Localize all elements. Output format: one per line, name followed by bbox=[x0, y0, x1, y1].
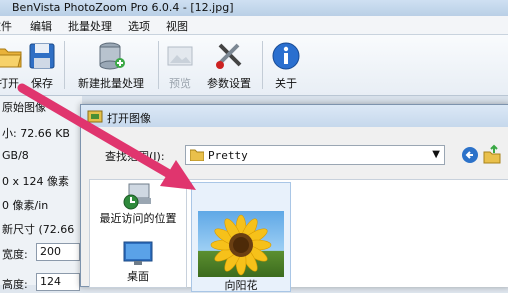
toolbar-separator bbox=[262, 41, 263, 89]
window-title: BenVista PhotoZoom Pro 6.0.4 - [12.jpg] bbox=[12, 1, 234, 14]
about-label: 关于 bbox=[275, 77, 297, 90]
save-button[interactable]: 保存 bbox=[26, 37, 58, 93]
dialog-body: 查找范围(I): Pretty ▼ 最近访问的位置 桌面 向阳花 bbox=[81, 127, 508, 292]
place-desktop[interactable]: 桌面 bbox=[90, 238, 186, 288]
sunflower-thumbnail bbox=[198, 211, 284, 277]
menu-file[interactable]: 文件 bbox=[0, 18, 12, 34]
info-dimensions: 0 x 124 像素 bbox=[2, 175, 69, 188]
recent-places-icon bbox=[123, 183, 151, 210]
look-in-value: Pretty bbox=[208, 149, 248, 162]
up-folder-icon[interactable] bbox=[483, 144, 501, 164]
image-info-panel: 原始图像 小: 72.66 KB GB/8 0 x 124 像素 0 像素/in… bbox=[0, 96, 83, 291]
save-label: 保存 bbox=[31, 77, 53, 90]
toolbar-separator bbox=[64, 41, 65, 89]
settings-button[interactable]: 参数设置 bbox=[202, 37, 256, 93]
new-batch-label: 新建批量处理 bbox=[78, 77, 144, 90]
desktop-icon bbox=[123, 241, 153, 265]
menu-edit[interactable]: 编辑 bbox=[30, 18, 52, 34]
dialog-title-bar: 打开图像 bbox=[81, 105, 508, 127]
back-icon[interactable] bbox=[461, 146, 479, 164]
preview-label: 预览 bbox=[169, 77, 191, 90]
folder-icon bbox=[190, 149, 204, 161]
floppy-disk-icon bbox=[29, 43, 55, 69]
height-label: 高度: bbox=[2, 278, 28, 291]
look-in-dropdown[interactable]: Pretty ▼ bbox=[185, 145, 445, 165]
info-size: 小: 72.66 KB bbox=[2, 127, 70, 140]
recent-label: 最近访问的位置 bbox=[99, 212, 177, 225]
file-item[interactable]: 向阳花 bbox=[191, 182, 291, 292]
wrench-screwdriver-icon bbox=[216, 43, 242, 69]
info-icon bbox=[272, 42, 300, 70]
width-field[interactable]: 200 bbox=[36, 243, 80, 261]
open-image-dialog: 打开图像 查找范围(I): Pretty ▼ 最近访问的位置 桌面 向阳花 bbox=[80, 104, 508, 292]
places-bar: 最近访问的位置 桌面 bbox=[89, 179, 187, 288]
desktop-label: 桌面 bbox=[127, 270, 149, 283]
info-mode: GB/8 bbox=[2, 149, 29, 162]
menu-view[interactable]: 视图 bbox=[166, 18, 188, 34]
toolbar: 打开 保存 新建批量处理 预览 参数设置 关于 bbox=[0, 35, 508, 96]
settings-label: 参数设置 bbox=[207, 77, 251, 90]
folder-open-icon bbox=[0, 48, 22, 68]
about-button[interactable]: 关于 bbox=[268, 37, 304, 93]
menu-options[interactable]: 选项 bbox=[128, 18, 150, 34]
dialog-app-icon bbox=[87, 110, 103, 123]
file-name: 向阳花 bbox=[224, 279, 258, 292]
info-header: 原始图像 bbox=[2, 101, 46, 114]
info-new-size: 新尺寸 (72.66 bbox=[2, 223, 75, 236]
info-resolution: 0 像素/in bbox=[2, 199, 49, 212]
place-recent[interactable]: 最近访问的位置 bbox=[90, 180, 186, 230]
chevron-down-icon: ▼ bbox=[432, 149, 440, 160]
menu-bar: 文件 编辑 批量处理 选项 视图 bbox=[0, 16, 508, 35]
database-stack-icon bbox=[99, 42, 125, 70]
toolbar-separator bbox=[158, 41, 159, 89]
height-field[interactable]: 124 bbox=[36, 273, 80, 291]
open-label: 打开 bbox=[0, 77, 19, 90]
preview-image-icon bbox=[167, 46, 193, 66]
new-batch-button[interactable]: 新建批量处理 bbox=[70, 37, 152, 93]
width-label: 宽度: bbox=[2, 248, 28, 261]
title-bar: BenVista PhotoZoom Pro 6.0.4 - [12.jpg] bbox=[0, 0, 508, 16]
look-in-label: 查找范围(I): bbox=[105, 150, 165, 163]
open-button[interactable]: 打开 bbox=[0, 37, 24, 93]
menu-batch[interactable]: 批量处理 bbox=[68, 18, 112, 34]
file-list: 向阳花 bbox=[187, 179, 508, 292]
dialog-title: 打开图像 bbox=[107, 112, 151, 125]
sunflower-image bbox=[210, 214, 272, 276]
preview-button[interactable]: 预览 bbox=[162, 37, 198, 93]
